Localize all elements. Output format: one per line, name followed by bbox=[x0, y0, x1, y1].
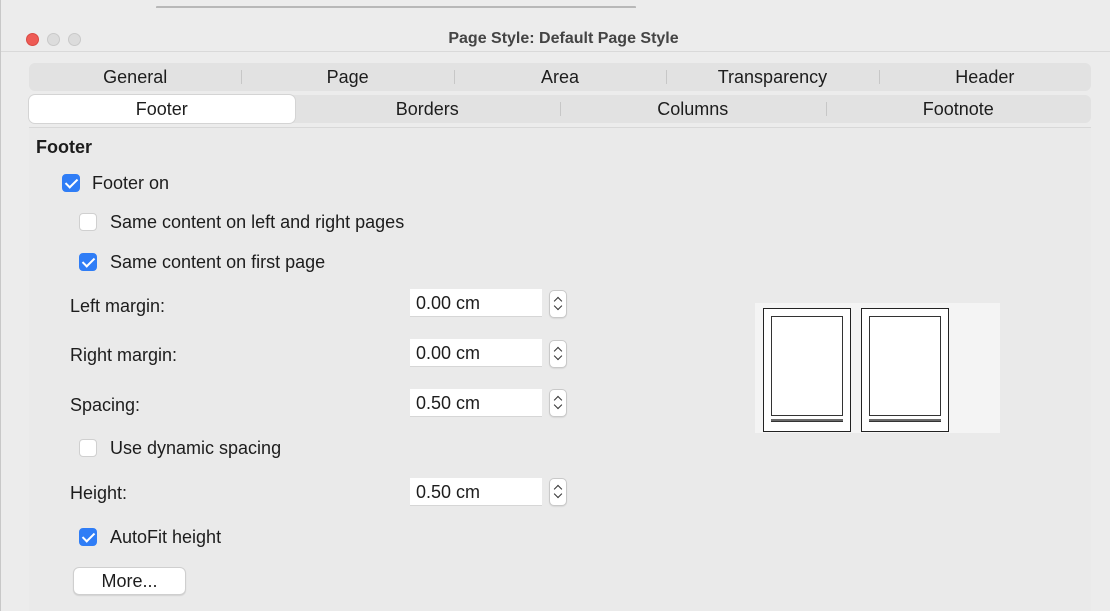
footer-on-label: Footer on bbox=[92, 173, 170, 193]
tab-header[interactable]: Header bbox=[878, 63, 1091, 91]
footer-on-checkbox[interactable] bbox=[62, 174, 80, 192]
height-label: Height: bbox=[70, 483, 128, 503]
footer-area bbox=[869, 419, 941, 422]
autofit-height-label: AutoFit height bbox=[110, 527, 222, 547]
more-button[interactable]: More... bbox=[73, 567, 186, 595]
tab-page[interactable]: Page bbox=[241, 63, 453, 91]
same-first-page-label: Same content on first page bbox=[110, 252, 326, 272]
dynamic-spacing-label: Use dynamic spacing bbox=[110, 438, 282, 458]
left-margin-label: Left margin: bbox=[70, 296, 166, 316]
tab-transparency[interactable]: Transparency bbox=[666, 63, 878, 91]
page-body-area bbox=[869, 316, 941, 416]
left-page-preview bbox=[763, 308, 851, 432]
tab-footer[interactable]: Footer bbox=[29, 95, 295, 123]
chevron-down-icon bbox=[553, 301, 563, 311]
spacing-stepper[interactable] bbox=[549, 389, 567, 417]
dynamic-spacing-checkbox[interactable] bbox=[79, 439, 97, 457]
spacing-field[interactable]: 0.50 cm bbox=[410, 389, 542, 417]
tab-footnote[interactable]: Footnote bbox=[825, 95, 1092, 123]
height-stepper[interactable] bbox=[549, 478, 567, 506]
right-margin-stepper[interactable] bbox=[549, 340, 567, 368]
tab-columns[interactable]: Columns bbox=[560, 95, 826, 123]
autofit-height-checkbox[interactable] bbox=[79, 528, 97, 546]
same-left-right-checkbox[interactable] bbox=[79, 213, 97, 231]
tab-row-2: Footer Borders Columns Footnote bbox=[29, 95, 1091, 123]
left-margin-stepper[interactable] bbox=[549, 290, 567, 318]
right-margin-field[interactable]: 0.00 cm bbox=[410, 339, 542, 367]
window-title: Page Style: Default Page Style bbox=[448, 30, 679, 47]
chevron-down-icon bbox=[553, 351, 563, 361]
same-first-page-checkbox[interactable] bbox=[79, 253, 97, 271]
tab-row-1: General Page Area Transparency Header bbox=[29, 63, 1091, 91]
tab-area[interactable]: Area bbox=[453, 63, 666, 91]
tab-borders[interactable]: Borders bbox=[295, 95, 561, 123]
chevron-down-icon bbox=[553, 400, 563, 410]
chevron-down-icon bbox=[553, 489, 563, 499]
height-field[interactable]: 0.50 cm bbox=[410, 478, 542, 506]
page-style-dialog: Page Style: Default Page Style General P… bbox=[0, 0, 1110, 611]
spacing-label: Spacing: bbox=[70, 395, 141, 415]
title-bar: Page Style: Default Page Style bbox=[1, 8, 1110, 52]
section-title-footer: Footer bbox=[36, 137, 92, 157]
right-page-preview bbox=[861, 308, 949, 432]
page-body-area bbox=[771, 316, 843, 416]
left-margin-field[interactable]: 0.00 cm bbox=[410, 289, 542, 317]
tab-general[interactable]: General bbox=[29, 63, 241, 91]
page-preview bbox=[755, 303, 1000, 433]
footer-area bbox=[771, 419, 843, 422]
right-margin-label: Right margin: bbox=[70, 345, 178, 365]
same-left-right-label: Same content on left and right pages bbox=[110, 212, 405, 232]
